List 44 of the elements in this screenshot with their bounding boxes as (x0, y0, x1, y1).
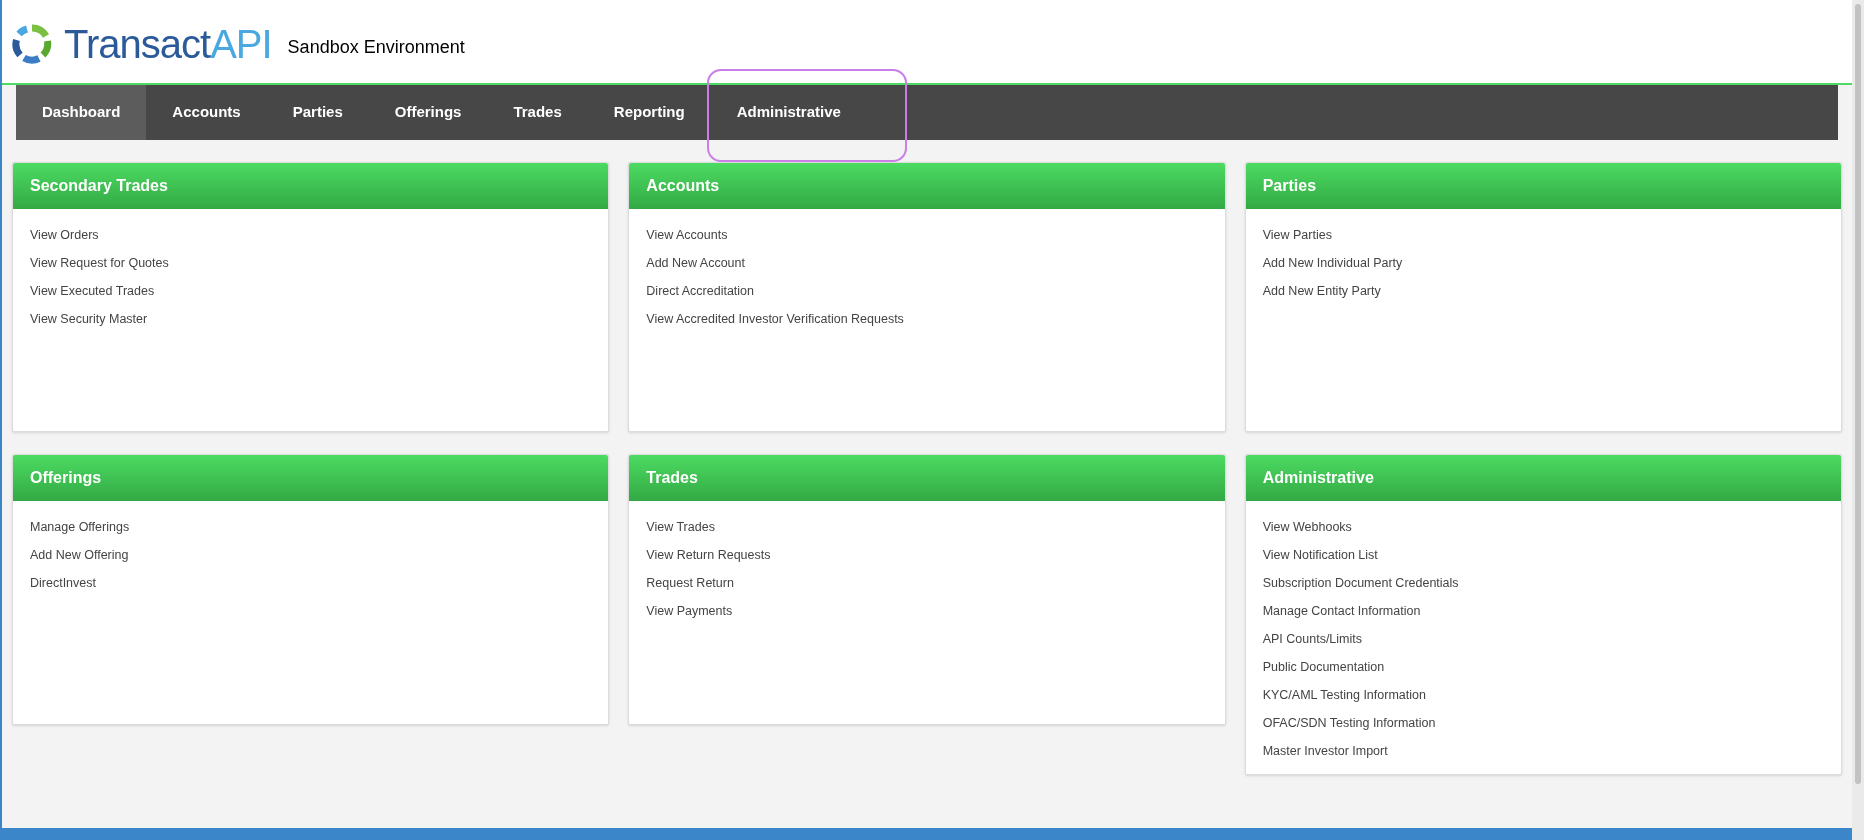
logo-wordmark: TransactAPI (64, 23, 272, 64)
panel-link[interactable]: Manage Offerings (30, 518, 130, 536)
nav-tab[interactable]: Trades (487, 85, 588, 140)
nav-tab[interactable]: Dashboard (16, 85, 147, 140)
panel-link[interactable]: View Payments (646, 602, 733, 620)
panel-link[interactable]: Add New Entity Party (1262, 282, 1381, 300)
panel-link[interactable]: Master Investor Import (1262, 742, 1388, 760)
panel-link[interactable]: Add New Account (646, 254, 745, 272)
panel-title: Administrative (1262, 468, 1374, 488)
panel-title: Secondary Trades (30, 176, 168, 196)
nav-tab[interactable]: Parties (266, 85, 369, 140)
panel-link[interactable]: View Executed Trades (30, 282, 155, 300)
panel-link[interactable]: View Orders (30, 226, 99, 244)
panel-link[interactable]: View Parties (1262, 226, 1332, 244)
panel-link[interactable]: Add New Individual Party (1262, 254, 1403, 272)
panel-link[interactable]: Add New Offering (30, 546, 129, 564)
panel-link[interactable]: API Counts/Limits (1262, 630, 1362, 648)
nav-tab[interactable]: Accounts (146, 85, 267, 140)
panel-link[interactable]: View Accredited Investor Verification Requests (646, 310, 904, 328)
panel-title: Trades (646, 468, 698, 488)
nav-tab[interactable]: Offerings (368, 85, 488, 140)
panel-link[interactable]: DirectInvest (30, 574, 96, 592)
panel-link[interactable]: View Webhooks (1262, 518, 1352, 536)
nav-tab[interactable]: Reporting (587, 85, 711, 140)
panel-link[interactable]: Subscription Document Credentials (1262, 574, 1459, 592)
panel-link[interactable]: Public Documentation (1262, 658, 1385, 676)
panel-link[interactable]: View Return Requests (646, 546, 771, 564)
environment-label: Sandbox Environment (287, 36, 465, 59)
panel-link[interactable]: Direct Accreditation (646, 282, 754, 300)
panel-link[interactable]: OFAC/SDN Testing Information (1262, 714, 1436, 732)
panel-link[interactable]: View Security Master (30, 310, 148, 328)
panel-title: Parties (1262, 176, 1317, 196)
panel-title: Accounts (646, 176, 720, 196)
nav-tab[interactable]: Administrative (710, 85, 867, 140)
panel-link[interactable]: View Request for Quotes (30, 254, 169, 272)
panel-link[interactable]: KYC/AML Testing Information (1262, 686, 1426, 704)
panel-link[interactable]: Request Return (646, 574, 734, 592)
panel-link[interactable]: View Accounts (646, 226, 728, 244)
panel-link[interactable]: View Notification List (1262, 546, 1378, 564)
panel-link[interactable]: View Trades (646, 518, 715, 536)
panel-title: Offerings (30, 468, 102, 488)
scrollbar[interactable] (1852, 0, 1864, 840)
panel-link[interactable]: Manage Contact Information (1262, 602, 1421, 620)
ring-logo-icon (12, 23, 52, 64)
